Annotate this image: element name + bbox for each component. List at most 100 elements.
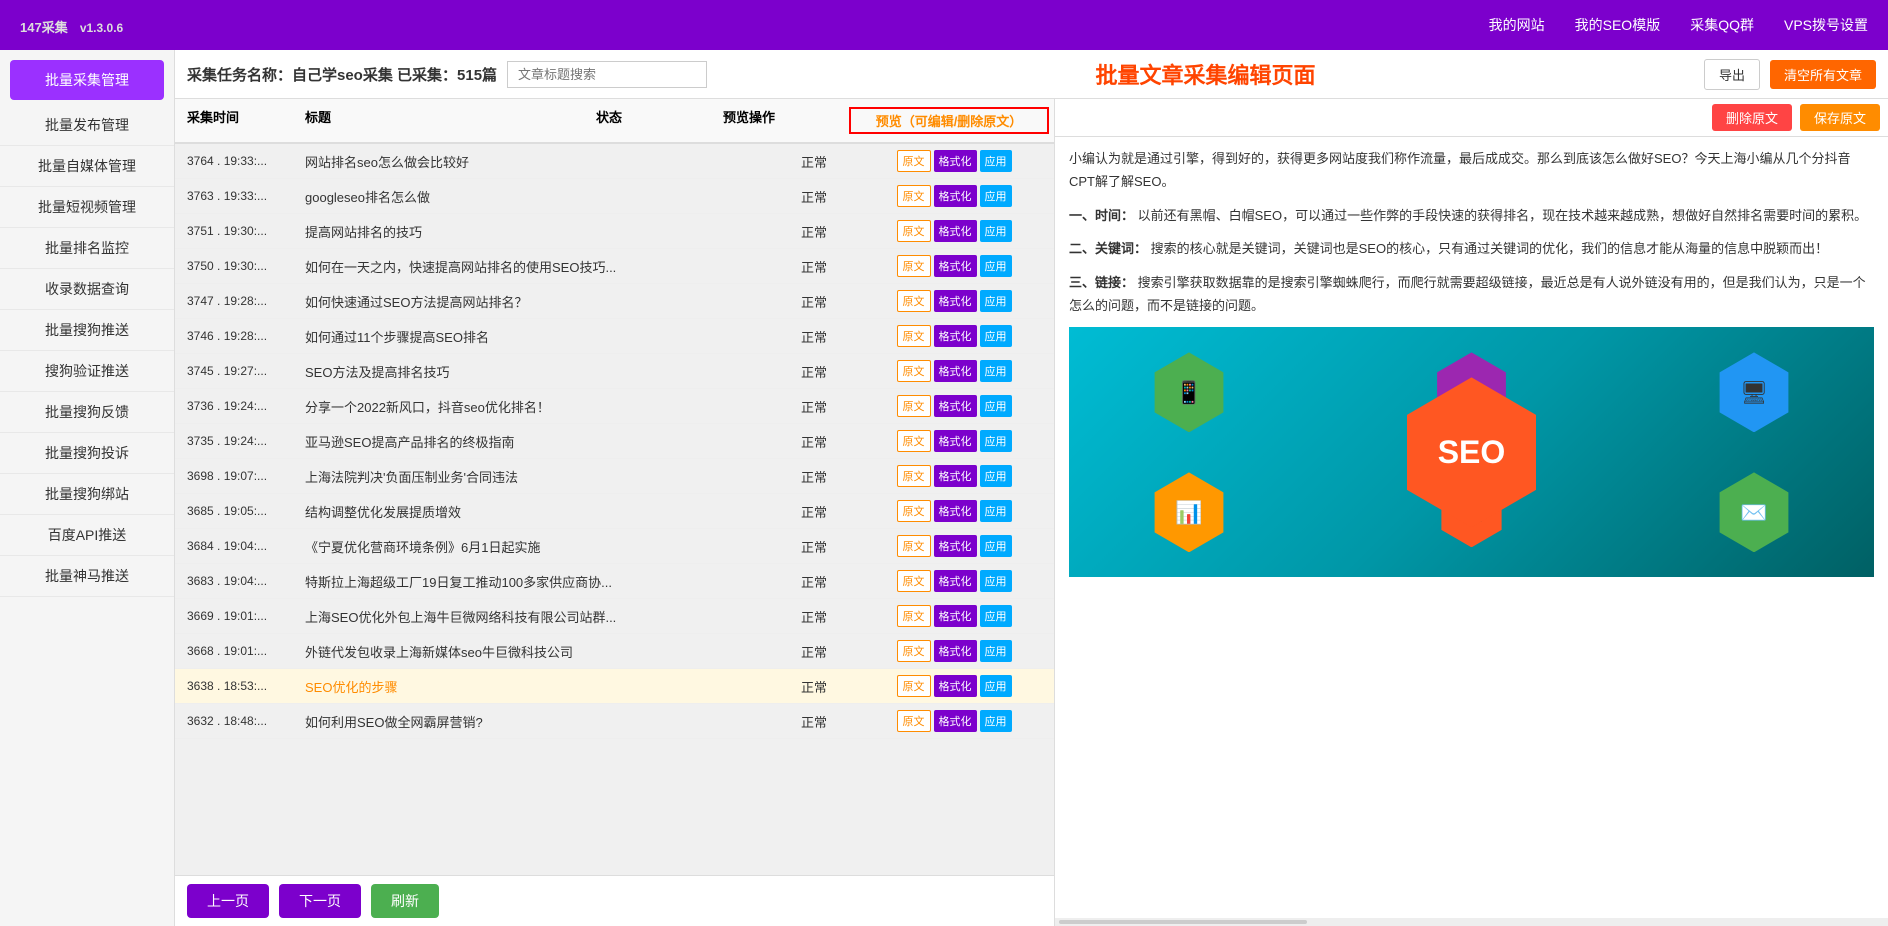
btn-geishi-3[interactable]: 格式化: [934, 255, 977, 277]
btn-geishi-14[interactable]: 格式化: [934, 640, 977, 662]
row-time: 3683 . 19:04:...: [175, 574, 295, 588]
btn-yuanwen-8[interactable]: 原文: [897, 430, 931, 452]
btn-geishi-8[interactable]: 格式化: [934, 430, 977, 452]
col-header-time: 采集时间: [175, 107, 295, 134]
sidebar-item-batch-media[interactable]: 批量自媒体管理: [0, 146, 174, 187]
table-row: 3683 . 19:04:... 特斯拉上海超级工厂19日复工推动100多家供应…: [175, 564, 1054, 599]
row-actions: 原文 格式化 应用: [854, 360, 1054, 382]
btn-yuanwen-11[interactable]: 原文: [897, 535, 931, 557]
clear-all-button[interactable]: 清空所有文章: [1770, 60, 1876, 89]
btn-geishi-15[interactable]: 格式化: [934, 675, 977, 697]
btn-yuanwen-9[interactable]: 原文: [897, 465, 931, 487]
btn-yingyong-5[interactable]: 应用: [980, 325, 1012, 347]
btn-yuanwen-4[interactable]: 原文: [897, 290, 931, 312]
table-row: 3747 . 19:28:... 如何快速通过SEO方法提高网站排名？ 正常 原…: [175, 284, 1054, 319]
btn-yingyong-2[interactable]: 应用: [980, 220, 1012, 242]
row-title: 如何在一天之内，快速提高网站排名的使用SEO技巧...: [295, 257, 774, 276]
delete-original-button[interactable]: 删除原文: [1712, 104, 1792, 131]
btn-yingyong-1[interactable]: 应用: [980, 185, 1012, 207]
row-title: SEO优化的步骤: [295, 677, 774, 696]
btn-yingyong-0[interactable]: 应用: [980, 150, 1012, 172]
btn-yuanwen-1[interactable]: 原文: [897, 185, 931, 207]
btn-yuanwen-3[interactable]: 原文: [897, 255, 931, 277]
btn-yingyong-12[interactable]: 应用: [980, 570, 1012, 592]
nav-vps[interactable]: VPS拨号设置: [1784, 15, 1868, 35]
btn-yingyong-15[interactable]: 应用: [980, 675, 1012, 697]
btn-geishi-16[interactable]: 格式化: [934, 710, 977, 732]
main: 采集任务名称：自己学seo采集 已采集：515篇 批量文章采集编辑页面 导出 清…: [175, 50, 1888, 926]
btn-yingyong-9[interactable]: 应用: [980, 465, 1012, 487]
row-actions: 原文 格式化 应用: [854, 605, 1054, 627]
preview-content[interactable]: 小编认为就是通过引擎，得到好的，获得更多网站度我们称作流量，最后成成交。那么到底…: [1055, 137, 1888, 918]
btn-yuanwen-12[interactable]: 原文: [897, 570, 931, 592]
layout: 批量采集管理 批量发布管理 批量自媒体管理 批量短视频管理 批量排名监控 收录数…: [0, 50, 1888, 926]
preview-scroll-bar[interactable]: [1055, 918, 1888, 926]
row-time: 3632 . 18:48:...: [175, 714, 295, 728]
next-page-button[interactable]: 下一页: [279, 884, 361, 918]
btn-yingyong-4[interactable]: 应用: [980, 290, 1012, 312]
nav-my-site[interactable]: 我的网站: [1489, 15, 1545, 35]
btn-yingyong-13[interactable]: 应用: [980, 605, 1012, 627]
btn-geishi-1[interactable]: 格式化: [934, 185, 977, 207]
sidebar-item-shenma-push[interactable]: 批量神马推送: [0, 556, 174, 597]
row-status: 正常: [774, 642, 854, 661]
btn-geishi-2[interactable]: 格式化: [934, 220, 977, 242]
sidebar-item-batch-video[interactable]: 批量短视频管理: [0, 187, 174, 228]
sidebar-item-rank-monitor[interactable]: 批量排名监控: [0, 228, 174, 269]
export-button[interactable]: 导出: [1704, 59, 1760, 90]
btn-geishi-11[interactable]: 格式化: [934, 535, 977, 557]
btn-yingyong-8[interactable]: 应用: [980, 430, 1012, 452]
sidebar-item-sogou-bind[interactable]: 批量搜狗绑站: [0, 474, 174, 515]
section1-title: 一、时间：: [1069, 208, 1134, 223]
btn-geishi-4[interactable]: 格式化: [934, 290, 977, 312]
row-title: 如何利用SEO做全网霸屏营销?: [295, 712, 774, 731]
header: 147采集 v1.3.0.6 我的网站 我的SEO模版 采集QQ群 VPS拨号设…: [0, 0, 1888, 50]
row-time: 3735 . 19:24:...: [175, 434, 295, 448]
btn-yuanwen-15[interactable]: 原文: [897, 675, 931, 697]
btn-yingyong-3[interactable]: 应用: [980, 255, 1012, 277]
sidebar-item-sogou-feedback[interactable]: 批量搜狗反馈: [0, 392, 174, 433]
nav-seo-template[interactable]: 我的SEO模版: [1575, 15, 1661, 35]
topbar: 采集任务名称：自己学seo采集 已采集：515篇 批量文章采集编辑页面 导出 清…: [175, 50, 1888, 99]
row-title: SEO方法及提高排名技巧: [295, 362, 774, 381]
refresh-button[interactable]: 刷新: [371, 884, 439, 918]
save-original-button[interactable]: 保存原文: [1800, 104, 1880, 131]
btn-yingyong-14[interactable]: 应用: [980, 640, 1012, 662]
btn-geishi-13[interactable]: 格式化: [934, 605, 977, 627]
sidebar-item-sogou-verify[interactable]: 搜狗验证推送: [0, 351, 174, 392]
btn-yuanwen-7[interactable]: 原文: [897, 395, 931, 417]
btn-yingyong-16[interactable]: 应用: [980, 710, 1012, 732]
btn-yuanwen-2[interactable]: 原文: [897, 220, 931, 242]
sidebar-item-batch-publish[interactable]: 批量发布管理: [0, 105, 174, 146]
row-time: 3750 . 19:30:...: [175, 259, 295, 273]
btn-geishi-12[interactable]: 格式化: [934, 570, 977, 592]
sidebar-item-sogou-push[interactable]: 批量搜狗推送: [0, 310, 174, 351]
sidebar-item-batch-collect[interactable]: 批量采集管理: [10, 60, 164, 100]
nav-qq-group[interactable]: 采集QQ群: [1690, 15, 1754, 35]
btn-geishi-9[interactable]: 格式化: [934, 465, 977, 487]
table-row: 3632 . 18:48:... 如何利用SEO做全网霸屏营销? 正常 原文 格…: [175, 704, 1054, 739]
sidebar-item-sogou-complaint[interactable]: 批量搜狗投诉: [0, 433, 174, 474]
btn-yuanwen-14[interactable]: 原文: [897, 640, 931, 662]
btn-geishi-7[interactable]: 格式化: [934, 395, 977, 417]
btn-yuanwen-6[interactable]: 原文: [897, 360, 931, 382]
btn-yingyong-6[interactable]: 应用: [980, 360, 1012, 382]
row-status: 正常: [774, 712, 854, 731]
btn-yuanwen-0[interactable]: 原文: [897, 150, 931, 172]
btn-geishi-5[interactable]: 格式化: [934, 325, 977, 347]
preview-header-btn[interactable]: 预览（可编辑/删除原文）: [849, 107, 1049, 134]
search-input[interactable]: [507, 61, 707, 88]
btn-yingyong-7[interactable]: 应用: [980, 395, 1012, 417]
btn-yuanwen-5[interactable]: 原文: [897, 325, 931, 347]
btn-yuanwen-16[interactable]: 原文: [897, 710, 931, 732]
btn-geishi-6[interactable]: 格式化: [934, 360, 977, 382]
prev-page-button[interactable]: 上一页: [187, 884, 269, 918]
btn-yingyong-10[interactable]: 应用: [980, 500, 1012, 522]
btn-geishi-10[interactable]: 格式化: [934, 500, 977, 522]
btn-yingyong-11[interactable]: 应用: [980, 535, 1012, 557]
sidebar-item-baidu-api[interactable]: 百度API推送: [0, 515, 174, 556]
sidebar-item-record-query[interactable]: 收录数据查询: [0, 269, 174, 310]
btn-geishi-0[interactable]: 格式化: [934, 150, 977, 172]
btn-yuanwen-13[interactable]: 原文: [897, 605, 931, 627]
btn-yuanwen-10[interactable]: 原文: [897, 500, 931, 522]
